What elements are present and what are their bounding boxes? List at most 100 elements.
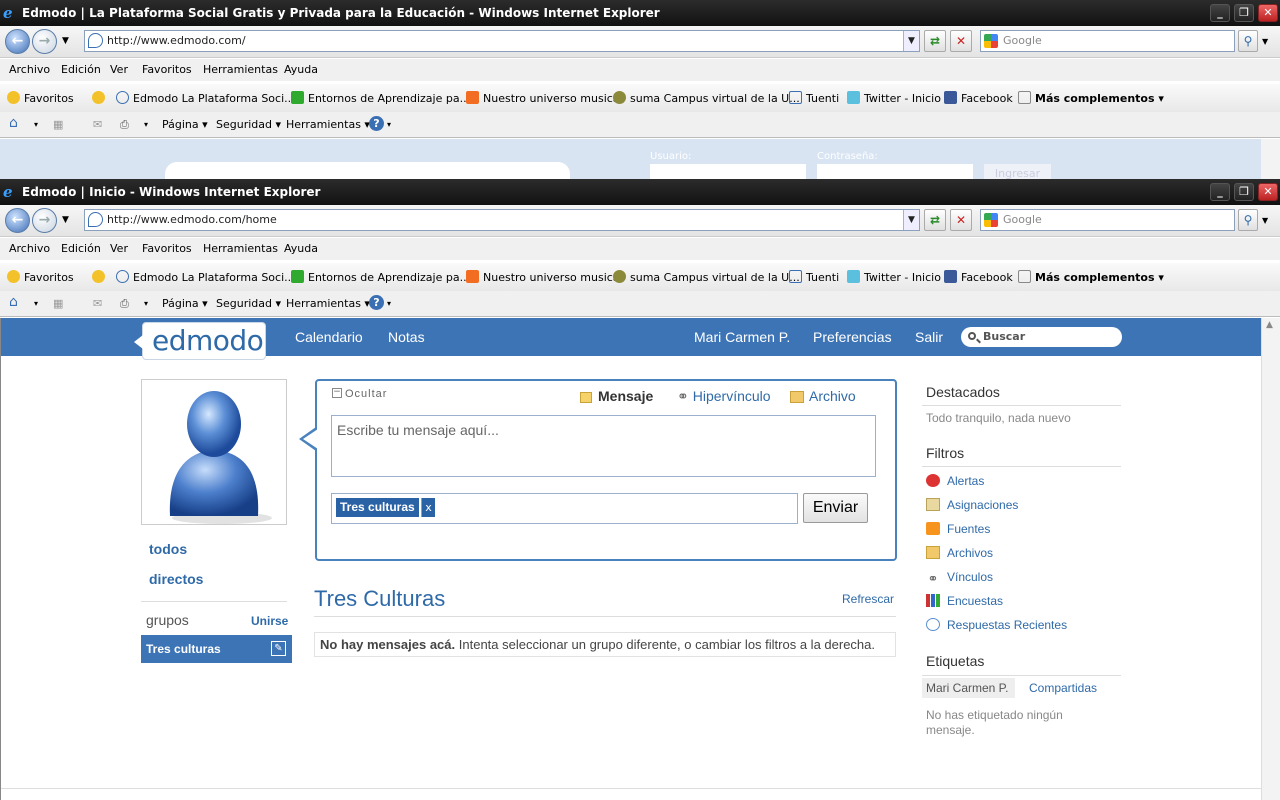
menu-archivo[interactable]: Archivo [9,242,50,255]
minimize-button[interactable]: _ [1210,183,1230,201]
fav-item-facebook[interactable]: Facebook [944,91,1013,105]
user-name-link[interactable]: Mari Carmen P. [694,329,790,345]
home-icon[interactable]: ⌂ [9,115,18,131]
page-menu[interactable]: Página ▾ [162,118,208,131]
menu-edicion[interactable]: Edición [61,63,101,76]
ingresar-button[interactable]: Ingresar [984,164,1051,179]
group-item-tres-culturas[interactable]: Tres culturas ✎ [141,635,292,663]
browser-search-input[interactable]: Google [980,30,1235,52]
search-go-icon[interactable]: ⚲ [1238,30,1258,52]
menu-ver[interactable]: Ver [110,242,128,255]
fav-item-tuenti[interactable]: Tuenti [789,91,839,105]
search-options-icon[interactable]: ▼ [1262,216,1268,225]
nav-notas[interactable]: Notas [388,329,425,345]
refresh-icon[interactable]: ⇄ [924,30,946,52]
help-dropdown-icon[interactable]: ▾ [387,299,391,308]
tools-menu[interactable]: Herramientas ▾ [286,297,370,310]
filter-vinculos[interactable]: ⚭ Vínculos [926,570,993,585]
fav-item-facebook[interactable]: Facebook [944,270,1013,284]
filter-alertas[interactable]: Alertas [926,474,984,488]
fav-item-edmodo[interactable]: Edmodo La Plataforma Soci... [116,270,295,284]
send-button[interactable]: Enviar [803,493,868,523]
menu-favoritos[interactable]: Favoritos [142,242,192,255]
print-dropdown-icon[interactable]: ▾ [144,299,148,308]
forward-button[interactable]: → [32,29,57,54]
tab-archivo[interactable]: Archivo [790,388,856,404]
remove-recipient-button[interactable]: x [421,498,435,517]
more-addons-button[interactable]: Más complementos ▾ [1018,270,1164,284]
add-favorite-icon[interactable] [92,270,109,284]
mail-icon[interactable]: ✉ [93,297,102,310]
page-menu[interactable]: Página ▾ [162,297,208,310]
fav-item-suma[interactable]: suma Campus virtual de la U... [613,270,800,284]
favorites-button[interactable]: Favoritos [7,270,74,284]
maximize-button[interactable]: ❐ [1234,4,1254,22]
search-options-icon[interactable]: ▼ [1262,37,1268,46]
stop-icon[interactable]: ✕ [950,30,972,52]
tags-tab-shared[interactable]: Compartidas [1029,681,1097,695]
more-addons-button[interactable]: Más complementos ▾ [1018,91,1164,105]
avatar[interactable] [141,379,287,525]
print-icon[interactable]: ⎙ [120,118,129,132]
stop-icon[interactable]: ✕ [950,209,972,231]
fav-item-musical[interactable]: Nuestro universo musical [466,270,623,284]
address-dropdown-icon[interactable]: ▼ [903,210,919,230]
menu-favoritos[interactable]: Favoritos [142,63,192,76]
address-bar[interactable]: http://www.edmodo.com/home ▼ [84,209,920,231]
edit-group-icon[interactable]: ✎ [271,641,286,656]
fav-item-twitter[interactable]: Twitter - Inicio [847,270,941,284]
search-go-icon[interactable]: ⚲ [1238,209,1258,231]
tools-menu[interactable]: Herramientas ▾ [286,118,370,131]
tab-hipervinculo[interactable]: ⚭ Hipervínculo [677,388,771,405]
window2-titlebar[interactable]: e Edmodo | Inicio - Windows Internet Exp… [0,179,1280,205]
browser-search-input[interactable]: Google [980,209,1235,231]
menu-archivo[interactable]: Archivo [9,63,50,76]
logout-link[interactable]: Salir [915,329,943,345]
fav-item-tuenti[interactable]: Tuenti [789,270,839,284]
print-icon[interactable]: ⎙ [120,297,129,311]
filter-todos[interactable]: todos [149,541,187,557]
security-menu[interactable]: Seguridad ▾ [216,118,281,131]
collapse-icon[interactable]: − [332,388,342,398]
contrasena-input[interactable] [817,164,973,179]
usuario-input[interactable] [650,164,806,179]
menu-ayuda[interactable]: Ayuda [284,63,318,76]
scroll-up-icon[interactable]: ▲ [1266,320,1273,330]
fav-item-entornos[interactable]: Entornos de Aprendizaje pa... [291,270,470,284]
menu-ayuda[interactable]: Ayuda [284,242,318,255]
maximize-button[interactable]: ❐ [1234,183,1254,201]
fav-item-musical[interactable]: Nuestro universo musical [466,91,623,105]
close-button[interactable]: ✕ [1258,183,1278,201]
help-icon[interactable]: ? [369,116,384,131]
filter-fuentes[interactable]: Fuentes [926,522,990,536]
hide-composer-link[interactable]: Ocultar [345,388,387,400]
tags-tab-personal[interactable]: Mari Carmen P. [922,678,1015,698]
filter-encuestas[interactable]: Encuestas [926,594,1003,608]
edmodo-logo[interactable]: edmodo [134,322,266,360]
forward-button[interactable]: → [32,208,57,233]
home-dropdown-icon[interactable]: ▾ [34,299,38,308]
menu-ver[interactable]: Ver [110,63,128,76]
tab-mensaje[interactable]: Mensaje [580,388,653,404]
window1-titlebar[interactable]: e Edmodo | La Plataforma Social Gratis y… [0,0,1280,26]
fav-item-edmodo[interactable]: Edmodo La Plataforma Soci... [116,91,295,105]
home-icon[interactable]: ⌂ [9,294,18,310]
menu-herramientas[interactable]: Herramientas [203,63,278,76]
add-favorite-icon[interactable] [92,91,109,105]
address-bar[interactable]: http://www.edmodo.com/ ▼ [84,30,920,52]
minimize-button[interactable]: _ [1210,4,1230,22]
refresh-icon[interactable]: ⇄ [924,209,946,231]
history-dropdown-icon[interactable]: ▼ [62,215,69,225]
nav-calendario[interactable]: Calendario [295,329,363,345]
fav-item-twitter[interactable]: Twitter - Inicio [847,91,941,105]
preferences-link[interactable]: Preferencias [813,329,892,345]
message-textarea[interactable]: Escribe tu mensaje aquí... [331,415,876,477]
join-group-link[interactable]: Unirse [251,614,288,628]
filter-respuestas[interactable]: Respuestas Recientes [926,618,1067,632]
rss-icon[interactable]: ▦ [53,118,63,131]
fav-item-entornos[interactable]: Entornos de Aprendizaje pa... [291,91,470,105]
close-button[interactable]: ✕ [1258,4,1278,22]
window1-scrollbar[interactable] [1261,139,1280,179]
filter-asignaciones[interactable]: Asignaciones [926,498,1018,512]
mail-icon[interactable]: ✉ [93,118,102,131]
